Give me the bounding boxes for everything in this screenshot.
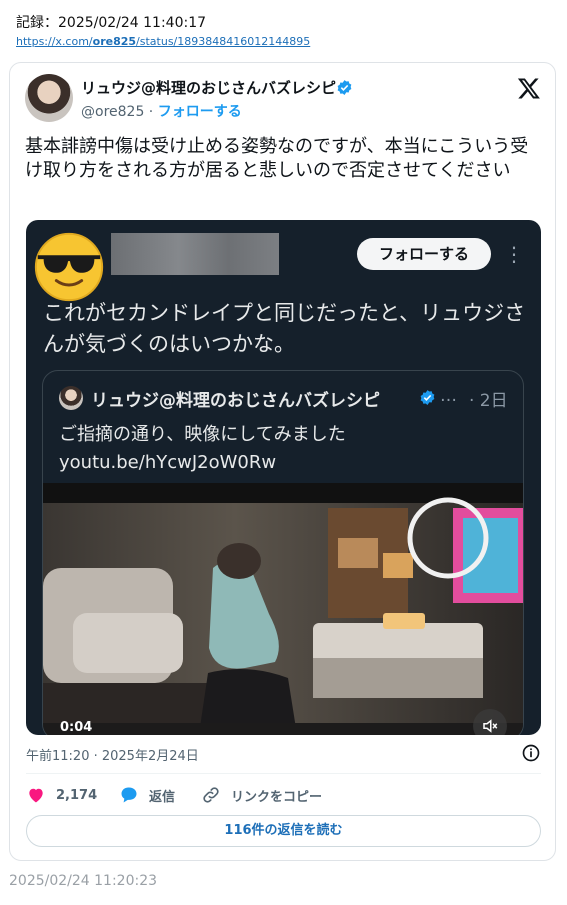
copy-link-label: リンクをコピー <box>231 789 323 805</box>
video-frame-image[interactable] <box>43 483 523 735</box>
quoted-text-link[interactable]: youtu.be/hYcwJ2oW0Rw <box>59 449 509 477</box>
author-handle[interactable]: @ore825 <box>81 104 144 120</box>
redacted-name-block <box>111 233 279 275</box>
read-replies-button[interactable]: 116件の返信を読む <box>26 815 541 847</box>
x-logo-icon[interactable] <box>517 76 541 100</box>
quoted-text-line1: ご指摘の通り、映像にしてみました <box>59 424 346 445</box>
author-display-name[interactable]: リュウジ@料理のおじさんバズレシピ <box>81 77 336 98</box>
reply-bubble-icon <box>121 787 137 803</box>
quoted-author-avatar <box>59 386 83 410</box>
author-handle-row: @ore825 · フォローする <box>81 101 242 121</box>
like-count: 2,174 <box>56 787 98 803</box>
divider <box>26 773 541 774</box>
inner-tweet-text: これがセカンドレイプと同じだったと、リュウジさんが気づくのはいつかな。 <box>43 301 526 356</box>
like-button[interactable]: 2,174 <box>26 784 97 806</box>
video-time: 0:04 <box>60 720 93 735</box>
sunglasses-emoji-icon <box>34 232 104 302</box>
inner-follow-button[interactable]: フォローする <box>357 238 491 270</box>
mute-icon[interactable] <box>473 709 507 735</box>
tweet-media-screenshot[interactable]: フォローする ⋮ これがセカンドレイプと同じだったと、リュウジさんが気づくのはい… <box>26 220 541 735</box>
reply-button[interactable]: 返信 <box>119 784 175 806</box>
source-url-prefix: https://x.com/ <box>16 35 93 48</box>
handle-separator: · <box>144 104 158 120</box>
quoted-author-name: リュウジ@料理のおじさんバズレシピ <box>91 391 380 411</box>
verified-badge-icon <box>337 80 352 95</box>
footer-timestamp: 2025/02/24 11:20:23 <box>9 873 158 889</box>
source-url-suffix: /status/1893848416012144895 <box>136 35 311 48</box>
tweet-text: 基本誹謗中傷は受け止める姿勢なのですが、本当にこういう受け取り方をされる方が居る… <box>25 136 529 181</box>
quoted-time: · 2日 <box>469 391 508 411</box>
info-icon[interactable] <box>521 743 541 763</box>
quoted-tweet[interactable]: リュウジ@料理のおじさんバズレシピ … · 2日 ご指摘の通り、映像にしてみまし… <box>42 370 524 735</box>
quoted-text: ご指摘の通り、映像にしてみました youtu.be/hYcwJ2oW0Rw <box>59 421 509 477</box>
record-timestamp: 記録：2025/02/24 11:40:17 <box>16 15 207 31</box>
reply-label: 返信 <box>149 789 176 805</box>
source-url-user: ore825 <box>92 35 137 48</box>
heart-icon <box>29 788 43 803</box>
link-icon <box>203 787 219 803</box>
tweet-timestamp[interactable]: 午前11:20 · 2025年2月24日 <box>26 745 199 764</box>
source-url-link[interactable]: https://x.com/ore825/status/189384841601… <box>16 35 310 48</box>
copy-link-button[interactable]: リンクをコピー <box>201 784 322 806</box>
tweet-card: リュウジ@料理のおじさんバズレシピ @ore825 · フォローする 基本誹謗中… <box>9 62 556 861</box>
more-vertical-icon[interactable]: ⋮ <box>504 238 524 270</box>
follow-link[interactable]: フォローする <box>158 104 242 120</box>
quoted-name-ellipsis: … <box>440 386 457 406</box>
author-avatar[interactable] <box>25 74 73 122</box>
quoted-verified-badge-icon <box>420 390 435 405</box>
